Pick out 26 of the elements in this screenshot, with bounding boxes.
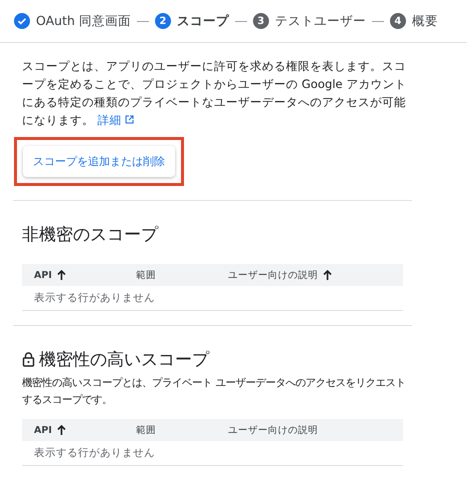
- step-number: 2: [154, 13, 171, 29]
- step-label: テストユーザー: [274, 12, 366, 30]
- sort-arrow-icon[interactable]: [323, 270, 332, 280]
- column-header[interactable]: 範囲: [136, 268, 156, 282]
- empty-message: 表示する行がありません: [22, 286, 403, 311]
- sort-arrow-icon[interactable]: [56, 425, 66, 435]
- step-number: 4: [390, 13, 406, 29]
- intro-text: スコープとは、アプリのユーザーに許可を求める権限を表します。スコープを定めることで、プロジェクトからユーザーの Google アカウントにある特定の種類のプライベートなユーザーデータへのアクセスが可能になります。 詳細: [22, 58, 407, 129]
- step-number: 3: [252, 13, 269, 29]
- empty-message: 表示する行がありません: [22, 441, 403, 466]
- column-header[interactable]: API: [34, 424, 52, 436]
- step-label: スコープ: [176, 12, 229, 30]
- sort-arrow-icon[interactable]: [56, 270, 66, 280]
- column-header[interactable]: API: [34, 270, 52, 280]
- column-header[interactable]: ユーザー向けの説明: [228, 268, 318, 282]
- column-header[interactable]: ユーザー向けの説明: [228, 424, 318, 436]
- column-header[interactable]: 範囲: [136, 424, 156, 436]
- external-link-icon: [125, 115, 134, 124]
- details-link[interactable]: 詳細: [94, 113, 134, 127]
- section-heading: 非機密のスコープ: [22, 224, 158, 246]
- section-description: 機密性の高いスコープとは、プライベート ユーザーデータへのアクセスをリクエストするスコープです。: [22, 376, 406, 408]
- section-heading: 機密性の高いスコープ: [39, 349, 209, 371]
- add-scope-button[interactable]: スコープを追加または削除: [23, 146, 175, 177]
- step-label: OAuth 同意画面: [36, 12, 131, 30]
- lock-icon: [22, 352, 35, 367]
- step-label: 概要: [412, 12, 438, 30]
